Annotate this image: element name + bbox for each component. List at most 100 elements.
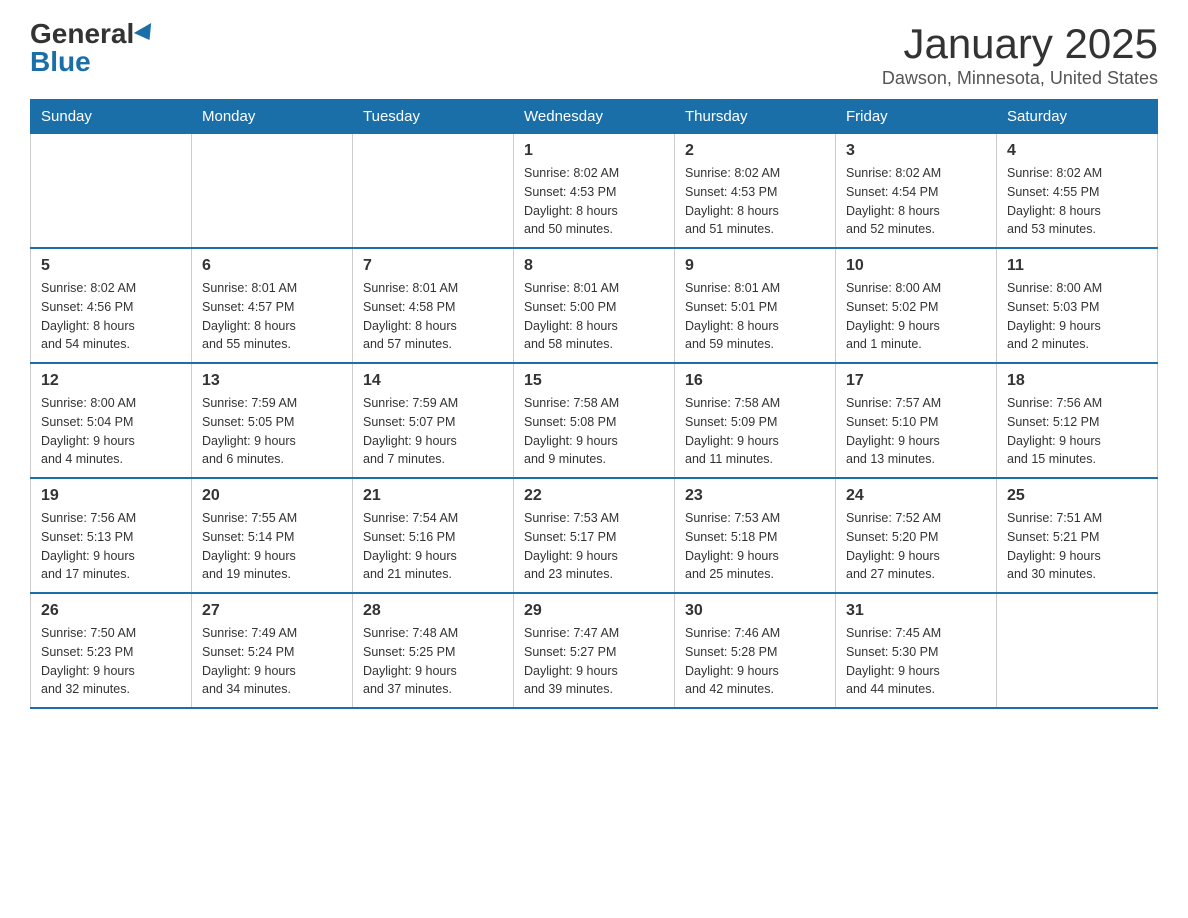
day-info: Sunrise: 8:02 AMSunset: 4:53 PMDaylight:… (685, 164, 825, 239)
calendar-day-cell: 5 Sunrise: 8:02 AMSunset: 4:56 PMDaylight… (31, 248, 192, 363)
day-info: Sunrise: 7:59 AMSunset: 5:07 PMDaylight:… (363, 394, 503, 469)
day-info: Sunrise: 8:00 AMSunset: 5:04 PMDaylight:… (41, 394, 181, 469)
day-of-week-header: Sunday (31, 100, 192, 134)
day-info: Sunrise: 7:53 AMSunset: 5:17 PMDaylight:… (524, 509, 664, 584)
day-info: Sunrise: 8:01 AMSunset: 5:00 PMDaylight:… (524, 279, 664, 354)
day-info: Sunrise: 7:52 AMSunset: 5:20 PMDaylight:… (846, 509, 986, 584)
day-number: 26 (41, 602, 181, 620)
location: Dawson, Minnesota, United States (882, 68, 1158, 89)
day-number: 5 (41, 257, 181, 275)
day-number: 3 (846, 142, 986, 160)
day-number: 24 (846, 487, 986, 505)
calendar-day-cell: 7 Sunrise: 8:01 AMSunset: 4:58 PMDaylight… (353, 248, 514, 363)
calendar-day-cell: 3Sunrise: 8:02 AMSunset: 4:54 PMDaylight… (836, 134, 997, 249)
calendar-week-row: 19 Sunrise: 7:56 AMSunset: 5:13 PMDayligh… (31, 478, 1158, 593)
calendar-day-cell: 10Sunrise: 8:00 AMSunset: 5:02 PMDayligh… (836, 248, 997, 363)
day-info: Sunrise: 8:01 AMSunset: 4:57 PMDaylight:… (202, 279, 342, 354)
month-title: January 2025 (882, 20, 1158, 68)
calendar-header-row: SundayMondayTuesdayWednesdayThursdayFrid… (31, 100, 1158, 134)
calendar-day-cell: 24 Sunrise: 7:52 AMSunset: 5:20 PMDayligh… (836, 478, 997, 593)
day-info: Sunrise: 7:58 AMSunset: 5:08 PMDaylight:… (524, 394, 664, 469)
calendar-day-cell (31, 134, 192, 249)
calendar-day-cell: 15 Sunrise: 7:58 AMSunset: 5:08 PMDayligh… (514, 363, 675, 478)
calendar-week-row: 1 Sunrise: 8:02 AMSunset: 4:53 PMDaylight… (31, 134, 1158, 249)
day-number: 1 (524, 142, 664, 160)
day-info: Sunrise: 8:00 AMSunset: 5:03 PMDaylight:… (1007, 279, 1147, 354)
calendar-day-cell: 29 Sunrise: 7:47 AMSunset: 5:27 PMDayligh… (514, 593, 675, 708)
day-number: 11 (1007, 257, 1147, 275)
logo-blue: Blue (30, 48, 91, 76)
day-of-week-header: Friday (836, 100, 997, 134)
day-number: 21 (363, 487, 503, 505)
day-info: Sunrise: 7:45 AMSunset: 5:30 PMDaylight:… (846, 624, 986, 699)
calendar-day-cell: 22 Sunrise: 7:53 AMSunset: 5:17 PMDayligh… (514, 478, 675, 593)
calendar-day-cell: 4 Sunrise: 8:02 AMSunset: 4:55 PMDaylight… (997, 134, 1158, 249)
day-info: Sunrise: 8:02 AMSunset: 4:53 PMDaylight:… (524, 164, 664, 239)
day-info: Sunrise: 7:49 AMSunset: 5:24 PMDaylight:… (202, 624, 342, 699)
day-number: 30 (685, 602, 825, 620)
day-info: Sunrise: 8:01 AMSunset: 4:58 PMDaylight:… (363, 279, 503, 354)
logo: General Blue (30, 20, 156, 76)
calendar-day-cell: 1 Sunrise: 8:02 AMSunset: 4:53 PMDaylight… (514, 134, 675, 249)
day-info: Sunrise: 7:56 AMSunset: 5:13 PMDaylight:… (41, 509, 181, 584)
day-info: Sunrise: 7:47 AMSunset: 5:27 PMDaylight:… (524, 624, 664, 699)
day-number: 2 (685, 142, 825, 160)
day-number: 8 (524, 257, 664, 275)
day-of-week-header: Wednesday (514, 100, 675, 134)
day-info: Sunrise: 7:48 AMSunset: 5:25 PMDaylight:… (363, 624, 503, 699)
calendar-day-cell: 11 Sunrise: 8:00 AMSunset: 5:03 PMDayligh… (997, 248, 1158, 363)
calendar-week-row: 12Sunrise: 8:00 AMSunset: 5:04 PMDayligh… (31, 363, 1158, 478)
page-header: General Blue January 2025 Dawson, Minnes… (30, 20, 1158, 89)
day-number: 7 (363, 257, 503, 275)
calendar-table: SundayMondayTuesdayWednesdayThursdayFrid… (30, 99, 1158, 709)
day-info: Sunrise: 7:53 AMSunset: 5:18 PMDaylight:… (685, 509, 825, 584)
day-number: 28 (363, 602, 503, 620)
day-of-week-header: Tuesday (353, 100, 514, 134)
day-info: Sunrise: 7:54 AMSunset: 5:16 PMDaylight:… (363, 509, 503, 584)
calendar-day-cell: 6Sunrise: 8:01 AMSunset: 4:57 PMDaylight… (192, 248, 353, 363)
calendar-day-cell: 28 Sunrise: 7:48 AMSunset: 5:25 PMDayligh… (353, 593, 514, 708)
calendar-day-cell (353, 134, 514, 249)
day-info: Sunrise: 7:57 AMSunset: 5:10 PMDaylight:… (846, 394, 986, 469)
day-number: 9 (685, 257, 825, 275)
calendar-day-cell: 17Sunrise: 7:57 AMSunset: 5:10 PMDayligh… (836, 363, 997, 478)
day-number: 31 (846, 602, 986, 620)
calendar-week-row: 5 Sunrise: 8:02 AMSunset: 4:56 PMDaylight… (31, 248, 1158, 363)
calendar-day-cell: 12Sunrise: 8:00 AMSunset: 5:04 PMDayligh… (31, 363, 192, 478)
day-info: Sunrise: 7:46 AMSunset: 5:28 PMDaylight:… (685, 624, 825, 699)
calendar-day-cell: 16 Sunrise: 7:58 AMSunset: 5:09 PMDayligh… (675, 363, 836, 478)
day-number: 27 (202, 602, 342, 620)
logo-arrow-icon (134, 23, 158, 45)
calendar-day-cell: 20Sunrise: 7:55 AMSunset: 5:14 PMDayligh… (192, 478, 353, 593)
day-number: 15 (524, 372, 664, 390)
day-number: 20 (202, 487, 342, 505)
title-section: January 2025 Dawson, Minnesota, United S… (882, 20, 1158, 89)
day-number: 22 (524, 487, 664, 505)
day-number: 10 (846, 257, 986, 275)
day-number: 23 (685, 487, 825, 505)
day-info: Sunrise: 7:50 AMSunset: 5:23 PMDaylight:… (41, 624, 181, 699)
calendar-day-cell: 31 Sunrise: 7:45 AMSunset: 5:30 PMDayligh… (836, 593, 997, 708)
day-number: 4 (1007, 142, 1147, 160)
calendar-day-cell (997, 593, 1158, 708)
day-info: Sunrise: 7:51 AMSunset: 5:21 PMDaylight:… (1007, 509, 1147, 584)
calendar-day-cell: 14 Sunrise: 7:59 AMSunset: 5:07 PMDayligh… (353, 363, 514, 478)
calendar-day-cell (192, 134, 353, 249)
day-info: Sunrise: 8:02 AMSunset: 4:56 PMDaylight:… (41, 279, 181, 354)
day-of-week-header: Saturday (997, 100, 1158, 134)
day-info: Sunrise: 7:59 AMSunset: 5:05 PMDaylight:… (202, 394, 342, 469)
calendar-day-cell: 27 Sunrise: 7:49 AMSunset: 5:24 PMDayligh… (192, 593, 353, 708)
day-number: 19 (41, 487, 181, 505)
day-number: 29 (524, 602, 664, 620)
calendar-week-row: 26 Sunrise: 7:50 AMSunset: 5:23 PMDayligh… (31, 593, 1158, 708)
day-number: 16 (685, 372, 825, 390)
calendar-day-cell: 2 Sunrise: 8:02 AMSunset: 4:53 PMDaylight… (675, 134, 836, 249)
calendar-day-cell: 13Sunrise: 7:59 AMSunset: 5:05 PMDayligh… (192, 363, 353, 478)
day-number: 14 (363, 372, 503, 390)
calendar-day-cell: 23 Sunrise: 7:53 AMSunset: 5:18 PMDayligh… (675, 478, 836, 593)
day-info: Sunrise: 7:58 AMSunset: 5:09 PMDaylight:… (685, 394, 825, 469)
calendar-day-cell: 18Sunrise: 7:56 AMSunset: 5:12 PMDayligh… (997, 363, 1158, 478)
day-info: Sunrise: 8:02 AMSunset: 4:55 PMDaylight:… (1007, 164, 1147, 239)
calendar-day-cell: 9 Sunrise: 8:01 AMSunset: 5:01 PMDaylight… (675, 248, 836, 363)
day-info: Sunrise: 8:01 AMSunset: 5:01 PMDaylight:… (685, 279, 825, 354)
